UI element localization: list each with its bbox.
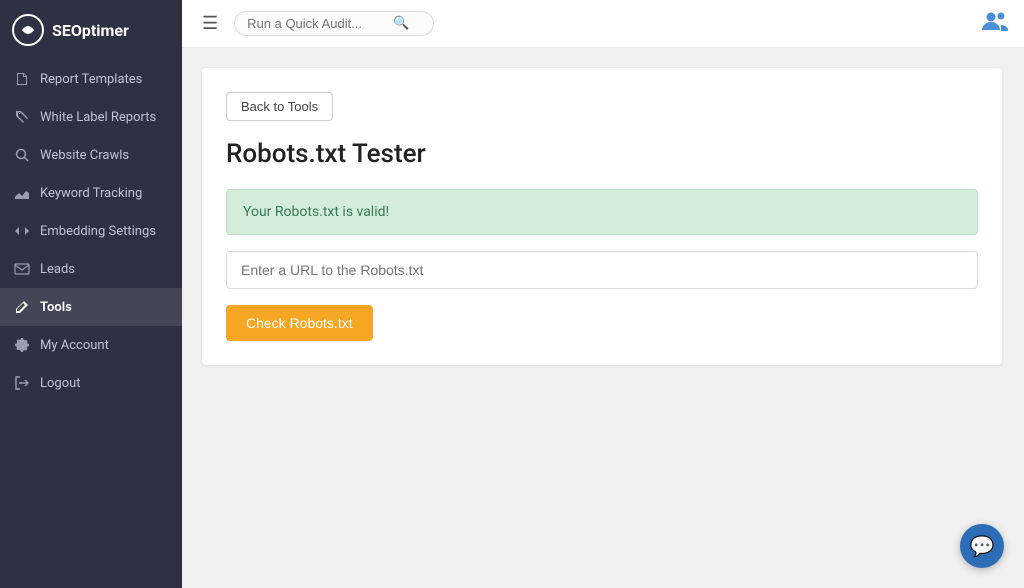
sidebar-item-label: Tools [40, 300, 72, 315]
topbar: ☰ 🔍 [182, 0, 1024, 48]
topbar-right [982, 10, 1008, 38]
sidebar-item-label: Logout [40, 376, 81, 391]
sidebar-nav: Report Templates White Label Reports Web… [0, 60, 182, 588]
gear-icon [14, 337, 30, 353]
sidebar-item-white-label-reports[interactable]: White Label Reports [0, 98, 182, 136]
sidebar-item-label: Keyword Tracking [40, 186, 142, 201]
app-logo[interactable]: SEOptimer [0, 0, 182, 60]
embed-icon [14, 223, 30, 239]
file-icon [14, 71, 30, 87]
sidebar-item-keyword-tracking[interactable]: Keyword Tracking [0, 174, 182, 212]
keyword-icon [14, 185, 30, 201]
sidebar-item-label: Leads [40, 262, 75, 277]
sidebar-item-my-account[interactable]: My Account [0, 326, 182, 364]
search-icon: 🔍 [393, 16, 409, 31]
main-area: ☰ 🔍 Back to Tools Robots.txt Tester Your… [182, 0, 1024, 588]
sidebar-item-label: White Label Reports [40, 110, 156, 125]
sidebar-item-embedding-settings[interactable]: Embedding Settings [0, 212, 182, 250]
back-to-tools-button[interactable]: Back to Tools [226, 92, 333, 121]
sidebar-item-logout[interactable]: Logout [0, 364, 182, 402]
sidebar-item-label: Website Crawls [40, 148, 129, 163]
sidebar: SEOptimer Report Templates White Label R… [0, 0, 182, 588]
sidebar-item-leads[interactable]: Leads [0, 250, 182, 288]
sidebar-item-report-templates[interactable]: Report Templates [0, 60, 182, 98]
logout-icon [14, 375, 30, 391]
tool-icon [14, 299, 30, 315]
users-icon [982, 13, 1008, 38]
main-card: Back to Tools Robots.txt Tester Your Rob… [202, 68, 1002, 365]
search-box: 🔍 [234, 11, 434, 36]
tag-icon [14, 109, 30, 125]
sidebar-item-label: Embedding Settings [40, 224, 156, 239]
sidebar-item-tools[interactable]: Tools [0, 288, 182, 326]
chat-icon: 💬 [970, 534, 995, 558]
success-banner: Your Robots.txt is valid! [226, 189, 978, 235]
crawl-icon [14, 147, 30, 163]
check-robots-button[interactable]: Check Robots.txt [226, 305, 373, 341]
app-name: SEOptimer [52, 21, 129, 40]
sidebar-item-label: Report Templates [40, 72, 142, 87]
search-input[interactable] [247, 16, 387, 31]
mail-icon [14, 261, 30, 277]
page-title: Robots.txt Tester [226, 139, 978, 169]
hamburger-button[interactable]: ☰ [198, 9, 222, 38]
content-area: Back to Tools Robots.txt Tester Your Rob… [182, 48, 1024, 588]
sidebar-item-label: My Account [40, 338, 109, 353]
chat-bubble[interactable]: 💬 [960, 524, 1004, 568]
url-input[interactable] [226, 251, 978, 289]
sidebar-item-website-crawls[interactable]: Website Crawls [0, 136, 182, 174]
